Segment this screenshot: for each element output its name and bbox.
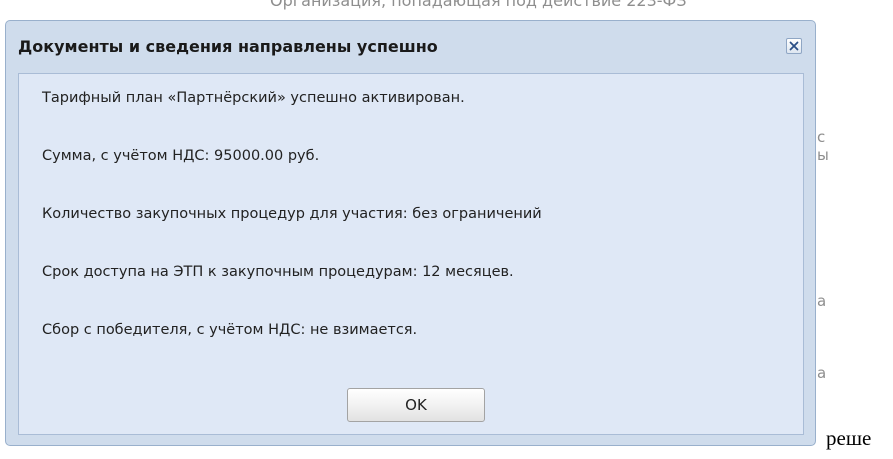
- access-period-message: Срок доступа на ЭТП к закупочным процеду…: [42, 264, 514, 280]
- close-icon: [789, 41, 799, 51]
- background-page-fragment: с: [817, 128, 826, 146]
- dialog-header: Документы и сведения направлены успешно: [6, 21, 815, 73]
- ok-button[interactable]: OK: [347, 388, 485, 422]
- close-button[interactable]: [786, 38, 802, 54]
- ok-button-label: OK: [405, 396, 427, 414]
- background-page-heading: Организация, попадающая под действие 223…: [270, 0, 687, 10]
- tariff-plan-message: Тарифный план «Партнёрский» успешно акти…: [42, 90, 465, 106]
- background-page-fragment: а: [817, 292, 827, 310]
- dialog-title: Документы и сведения направлены успешно: [18, 37, 438, 56]
- background-page-fragment: а: [817, 364, 827, 382]
- winner-fee-message: Сбор с победителя, с учётом НДС: не взим…: [42, 322, 418, 338]
- procedures-count-message: Количество закупочных процедур для участ…: [42, 206, 542, 222]
- success-dialog: Документы и сведения направлены успешно …: [5, 20, 816, 446]
- dialog-body: Тарифный план «Партнёрский» успешно акти…: [18, 73, 804, 435]
- amount-message: Сумма, с учётом НДС: 95000.00 руб.: [42, 148, 320, 164]
- background-page-fragment: ы: [817, 146, 829, 164]
- background-page-text: реше: [826, 426, 872, 450]
